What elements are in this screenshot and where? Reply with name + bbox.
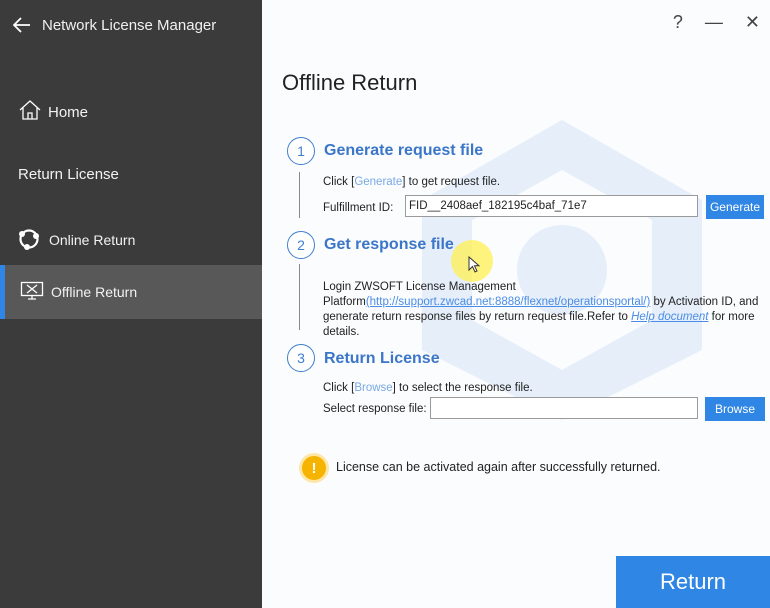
close-button[interactable]: ✕: [745, 12, 760, 33]
step-1-title: Generate request file: [324, 142, 484, 159]
step-3-hint: Click [Browse] to select the response fi…: [323, 382, 533, 394]
warning-icon: !: [302, 456, 326, 480]
sidebar-header: Network License Manager: [0, 0, 262, 50]
generate-hint-link[interactable]: Generate: [354, 176, 402, 188]
main-panel: ? — ✕ Offline Return 1 Generate request …: [262, 0, 770, 608]
browse-hint-link[interactable]: Browse: [354, 382, 392, 394]
return-button[interactable]: Return: [616, 556, 770, 608]
sidebar-item-label: Offline Return: [51, 284, 138, 300]
sidebar-item-online-return[interactable]: Online Return: [0, 220, 262, 260]
step-3-number: 3: [287, 344, 315, 372]
step-1-hint: Click [Generate] to get request file.: [323, 176, 501, 188]
step-1-divider: [299, 172, 300, 218]
response-file-label: Select response file:: [323, 403, 427, 415]
fulfillment-id-label: Fulfillment ID:: [323, 202, 394, 214]
app-title: Network License Manager: [42, 16, 217, 34]
back-arrow-icon[interactable]: [2, 17, 42, 33]
mouse-pointer-icon: [468, 256, 481, 273]
browse-button[interactable]: Browse: [705, 397, 765, 421]
step-3-title: Return License: [324, 350, 440, 367]
sidebar-item-offline-return[interactable]: Offline Return: [0, 265, 262, 319]
online-return-icon: [17, 227, 41, 254]
active-indicator: [0, 265, 5, 319]
fulfillment-id-input[interactable]: [405, 195, 698, 217]
sidebar-item-home[interactable]: Home: [0, 92, 262, 132]
step-2-divider: [299, 264, 300, 330]
step-2-title: Get response file: [324, 236, 454, 253]
generate-button[interactable]: Generate: [706, 195, 764, 219]
response-file-input[interactable]: [430, 397, 698, 419]
minimize-button[interactable]: —: [705, 12, 723, 33]
window-controls: ? — ✕: [673, 12, 760, 33]
page-title: Offline Return: [282, 70, 418, 95]
license-portal-link[interactable]: (http://support.zwcad.net:8888/flexnet/o…: [366, 296, 650, 308]
step-2-instructions: Login ZWSOFT License Management Platform…: [323, 281, 759, 338]
sidebar: Network License Manager Home Return Lice…: [0, 0, 262, 608]
sidebar-item-label: Online Return: [49, 232, 136, 248]
step-1-number: 1: [287, 137, 315, 165]
sidebar-section-return-license: Return License: [18, 166, 119, 183]
home-icon: [18, 99, 42, 125]
step-2-number: 2: [287, 231, 315, 259]
offline-return-icon: [20, 281, 44, 304]
sidebar-item-label: Home: [48, 103, 89, 121]
warning-message: License can be activated again after suc…: [336, 460, 661, 474]
help-document-link[interactable]: Help document: [631, 311, 708, 323]
help-button[interactable]: ?: [673, 12, 683, 33]
